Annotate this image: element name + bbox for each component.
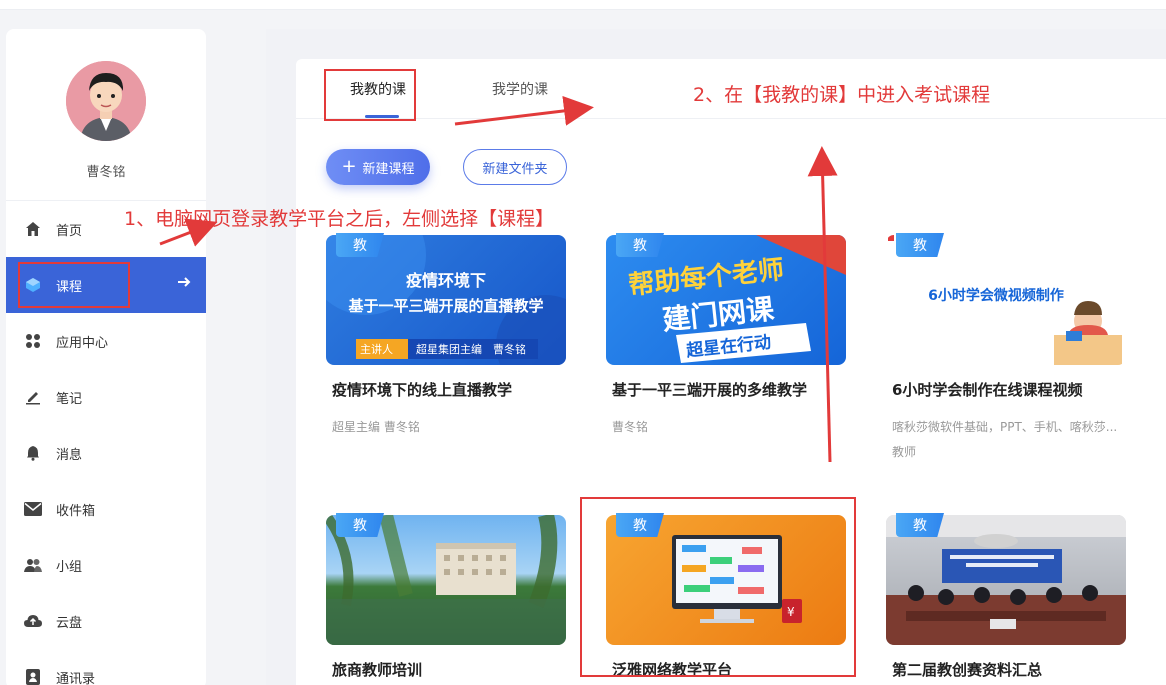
sidebar-item-messages[interactable]: 消息	[6, 425, 206, 481]
avatar[interactable]	[66, 61, 146, 141]
home-icon	[24, 220, 42, 238]
course-meta: 曹冬铭	[612, 420, 649, 434]
apps-icon	[24, 332, 42, 350]
teacher-badge: 教	[896, 513, 944, 537]
course-meta: 超星主编 曹冬铭	[332, 420, 420, 434]
sidebar-item-label: 小组	[56, 559, 83, 575]
teacher-badge: 教	[616, 513, 664, 537]
username: 曹冬铭	[86, 165, 126, 180]
sidebar: 曹冬铭 首页 课程 应用中心 笔记 消息 收件箱 小组 云盘 通讯录	[6, 29, 206, 685]
sidebar-item-course[interactable]: 课程	[6, 257, 206, 313]
sidebar-item-label: 笔记	[56, 391, 83, 407]
sidebar-item-label: 课程	[56, 279, 83, 295]
sidebar-item-apps[interactable]: 应用中心	[6, 313, 206, 369]
course-title[interactable]: 基于一平三端开展的多维教学	[606, 379, 846, 400]
course-panel: 我教的课 我学的课 + 新建课程 新建文件夹 疫情环境下 基于一平三端开展的直播…	[296, 59, 1166, 685]
course-title[interactable]: 疫情环境下的线上直播教学	[326, 379, 566, 400]
course-title[interactable]: 旅商教师培训	[326, 659, 566, 680]
cover-tag: 主讲人	[360, 343, 393, 356]
avatar-illustration	[66, 61, 146, 141]
teacher-badge: 教	[896, 233, 944, 257]
sidebar-item-label: 云盘	[56, 615, 83, 631]
group-icon	[24, 556, 42, 574]
sidebar-item-label: 通讯录	[56, 671, 96, 685]
sidebar-item-contacts[interactable]: 通讯录	[6, 649, 206, 685]
new-course-button[interactable]: + 新建课程	[326, 149, 430, 185]
course-icon	[24, 276, 42, 294]
course-meta: 喀秋莎微软件基础，PPT、手机、喀秋莎...	[892, 420, 1118, 434]
note-icon	[24, 388, 42, 406]
sidebar-item-groups[interactable]: 小组	[6, 537, 206, 593]
mail-icon	[24, 500, 42, 518]
teacher-badge: 教	[336, 513, 384, 537]
tab-learning[interactable]: 我学的课	[492, 79, 548, 99]
sidebar-item-label: 应用中心	[56, 335, 109, 351]
annotation-step1: 1、电脑网页登录教学平台之后，左侧选择【课程】	[124, 208, 555, 230]
sidebar-item-inbox[interactable]: 收件箱	[6, 481, 206, 537]
sidebar-item-label: 收件箱	[56, 503, 96, 519]
course-title[interactable]: 第二届教创赛资料汇总	[886, 659, 1126, 680]
sidebar-nav: 首页 课程 应用中心 笔记 消息 收件箱 小组 云盘 通讯录	[6, 201, 206, 685]
new-course-label: 新建课程	[362, 161, 415, 177]
arrow-right-icon	[176, 274, 192, 294]
teacher-badge: 教	[616, 233, 664, 257]
svg-text:¥: ¥	[787, 605, 795, 619]
top-bar	[0, 0, 1166, 10]
cover-title-line1: 疫情环境下	[405, 271, 486, 290]
course-card[interactable]: ¥ 教 泛雅网络教学平台	[606, 513, 846, 680]
course-card[interactable]: 6小时学会微视频制作 教 6小时学会制作在线课程视频 喀秋莎微软件基础，PPT、…	[886, 233, 1126, 460]
sidebar-item-cloud[interactable]: 云盘	[6, 593, 206, 649]
sidebar-item-notes[interactable]: 笔记	[6, 369, 206, 425]
tab-teaching[interactable]: 我教的课	[350, 79, 406, 99]
course-title[interactable]: 泛雅网络教学平台	[606, 659, 846, 680]
course-title[interactable]: 6小时学会制作在线课程视频	[886, 379, 1126, 400]
annotation-step2: 2、在【我教的课】中进入考试课程	[693, 84, 991, 106]
cloud-icon	[24, 612, 42, 630]
tab-active-indicator	[365, 115, 399, 118]
cover-title-line1: 6小时学会微视频制作	[928, 288, 1064, 304]
plus-icon: +	[341, 156, 357, 177]
course-card[interactable]: 疫情环境下 基于一平三端开展的直播教学 主讲人 超星集团主编 曹冬铭 教 疫情环…	[326, 233, 566, 435]
sidebar-item-label: 首页	[56, 223, 83, 239]
course-card[interactable]: 帮助每个老师 建门网课 超星在行动 教 基于一平三端开展的多维教学 曹冬铭	[606, 233, 846, 435]
cover-title-line2: 基于一平三端开展的直播教学	[348, 297, 544, 315]
bell-icon	[24, 444, 42, 462]
cover-author: 超星集团主编 曹冬铭	[416, 343, 526, 356]
course-card[interactable]: 教 第二届教创赛资料汇总	[886, 513, 1126, 680]
course-role: 教师	[892, 445, 917, 459]
contacts-icon	[24, 668, 42, 685]
course-card[interactable]: 教 旅商教师培训	[326, 513, 566, 680]
new-folder-button[interactable]: 新建文件夹	[463, 149, 567, 185]
teacher-badge: 教	[336, 233, 384, 257]
sidebar-item-label: 消息	[56, 447, 83, 463]
